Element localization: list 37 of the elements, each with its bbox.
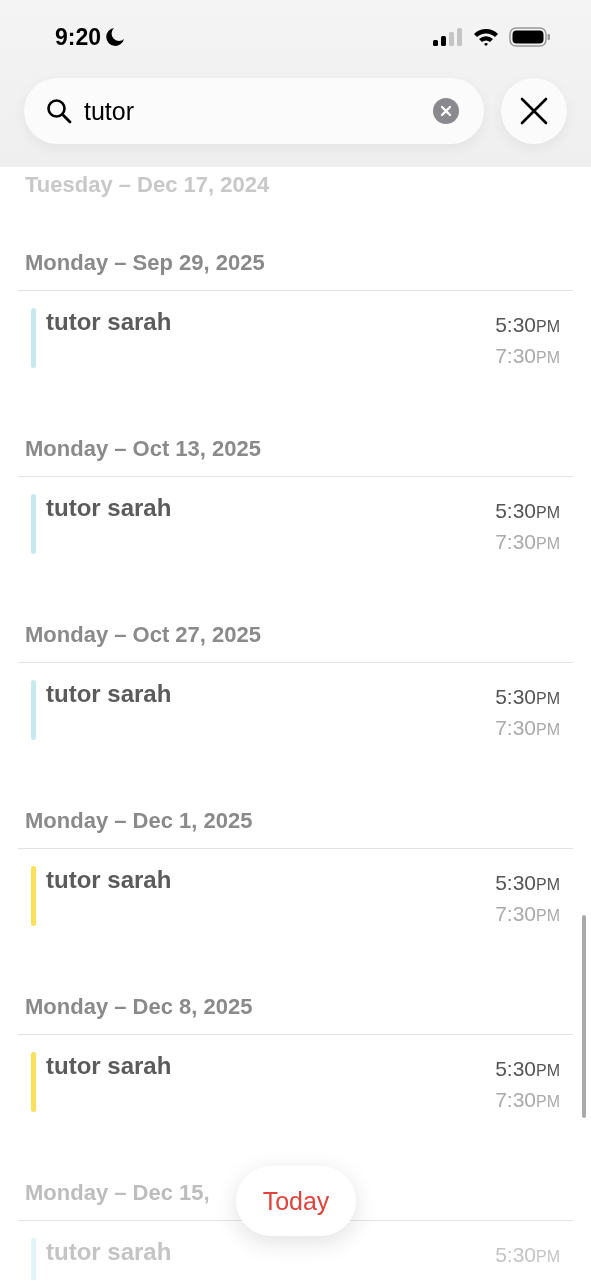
battery-icon xyxy=(509,27,551,47)
date-heading: Monday – Oct 13, 2025 xyxy=(25,435,261,463)
event-title: tutor sarah xyxy=(46,679,173,709)
signal-icon xyxy=(433,28,463,46)
date-heading: Monday – Dec 1, 2025 xyxy=(25,807,253,835)
start-time: 5:30PM xyxy=(495,684,560,710)
start-time: 5:30PM xyxy=(495,1056,560,1082)
event-title: tutor sarah xyxy=(46,1051,173,1081)
today-button[interactable]: Today xyxy=(236,1166,356,1236)
start-time: 5:30PM xyxy=(495,870,560,896)
event-row[interactable]: tutor sarah 5:30PM 7:30PM xyxy=(0,663,591,744)
close-icon xyxy=(520,97,548,125)
event-row[interactable]: tutor sarah 5:30PM 7:30PM xyxy=(0,849,591,930)
date-heading: Monday – Oct 27, 2025 xyxy=(25,621,261,649)
moon-icon xyxy=(105,27,126,47)
date-heading: Monday – Dec 8, 2025 xyxy=(25,993,253,1021)
wifi-icon xyxy=(473,28,499,46)
event-row[interactable]: tutor sarah 5:30PM 7:30PM xyxy=(0,1035,591,1116)
date-heading: Monday – Sep 29, 2025 xyxy=(25,249,265,277)
event-row[interactable]: tutor sarah 5:30PM 7:30PM xyxy=(0,291,591,372)
end-time: 7:30PM xyxy=(495,529,560,555)
start-time: 5:30PM xyxy=(495,1242,560,1268)
end-time: 7:30PM xyxy=(495,343,560,369)
end-time: 7:30PM xyxy=(495,1087,560,1113)
date-heading: Monday – Dec 15, xyxy=(25,1179,210,1207)
event-title: tutor sarah xyxy=(46,865,173,895)
event-title: tutor sarah xyxy=(46,307,173,337)
status-time: 9:20 xyxy=(55,23,102,51)
end-time: 7:30PM xyxy=(495,715,560,741)
event-row[interactable]: tutor sarah 5:30PM 7:30PM xyxy=(0,477,591,558)
start-time: 5:30PM xyxy=(495,312,560,338)
end-time: 7:30PM xyxy=(495,901,560,927)
clear-icon[interactable] xyxy=(433,98,459,124)
event-title: tutor sarah xyxy=(46,493,173,523)
event-title: tutor sarah xyxy=(46,1237,173,1267)
search-field[interactable]: tutor xyxy=(24,78,484,144)
start-time: 5:30PM xyxy=(495,498,560,524)
